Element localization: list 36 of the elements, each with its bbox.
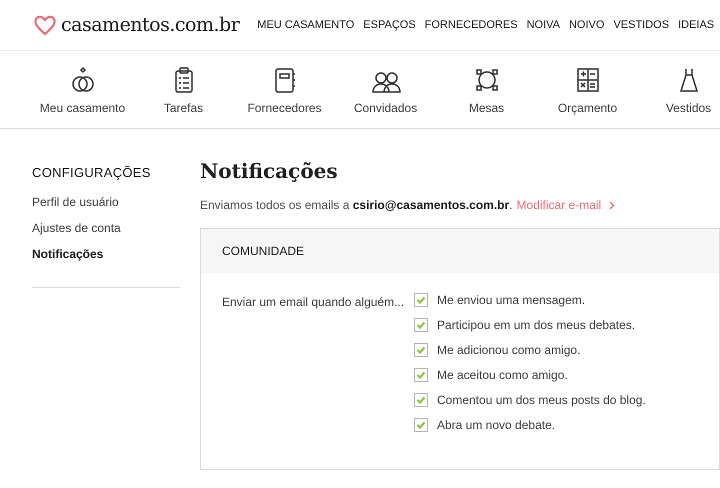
nav-link[interactable]: IDEIAS bbox=[678, 19, 714, 31]
checkbox[interactable] bbox=[414, 393, 428, 407]
tool-link[interactable]: Meu casamento bbox=[32, 64, 133, 114]
tool-link[interactable]: Vestidos bbox=[638, 64, 720, 114]
tool-link[interactable]: Mesas bbox=[436, 64, 537, 114]
checkbox[interactable] bbox=[414, 343, 428, 357]
option-label: Me aceitou como amigo. bbox=[437, 368, 568, 382]
checkbox[interactable] bbox=[414, 318, 428, 332]
tool-link[interactable]: Orçamento bbox=[537, 64, 638, 114]
section-header: COMUNIDADE bbox=[201, 229, 719, 273]
option-label: Abra um novo debate. bbox=[437, 418, 556, 432]
nav-link[interactable]: NOIVA bbox=[526, 19, 560, 31]
option-label: Comentou um dos meus posts do blog. bbox=[437, 393, 646, 407]
heart-icon bbox=[33, 14, 57, 36]
sidebar-item[interactable]: Notificações bbox=[32, 242, 180, 268]
chevron-icon bbox=[609, 200, 616, 210]
option-label: Me adicionou como amigo. bbox=[437, 343, 580, 357]
checkbox[interactable] bbox=[414, 293, 428, 307]
tool-link[interactable]: Tarefas bbox=[133, 64, 234, 114]
checkbox[interactable] bbox=[414, 418, 428, 432]
nav-link[interactable]: FORNECEDORES bbox=[424, 19, 518, 31]
email-note: Enviamos todos os emails a csirio@casamentos.com.br. bbox=[200, 198, 513, 212]
nav-link[interactable]: ESPAÇOS bbox=[363, 19, 416, 31]
nav-link[interactable]: VESTIDOS bbox=[613, 19, 670, 31]
checkbox[interactable] bbox=[414, 368, 428, 382]
tool-link[interactable]: Convidados bbox=[335, 64, 436, 114]
prompt-label: Enviar um email quando alguém... bbox=[222, 294, 406, 311]
nav-link[interactable]: MEU CASAMENTO bbox=[257, 19, 354, 31]
sidebar-item[interactable]: Perfil de usuário bbox=[32, 190, 180, 216]
nav-link[interactable]: NOIVO bbox=[568, 19, 604, 31]
tool-link[interactable]: Fornecedores bbox=[234, 64, 335, 114]
sidebar-item[interactable]: Ajustes de conta bbox=[32, 216, 180, 242]
option-label: Me enviou uma mensagem. bbox=[437, 293, 586, 307]
page-title: Notificações bbox=[200, 159, 339, 183]
option-label: Participou em um dos meus debates. bbox=[437, 318, 636, 332]
sidebar-title: CONFIGURAÇÕES bbox=[32, 165, 152, 180]
